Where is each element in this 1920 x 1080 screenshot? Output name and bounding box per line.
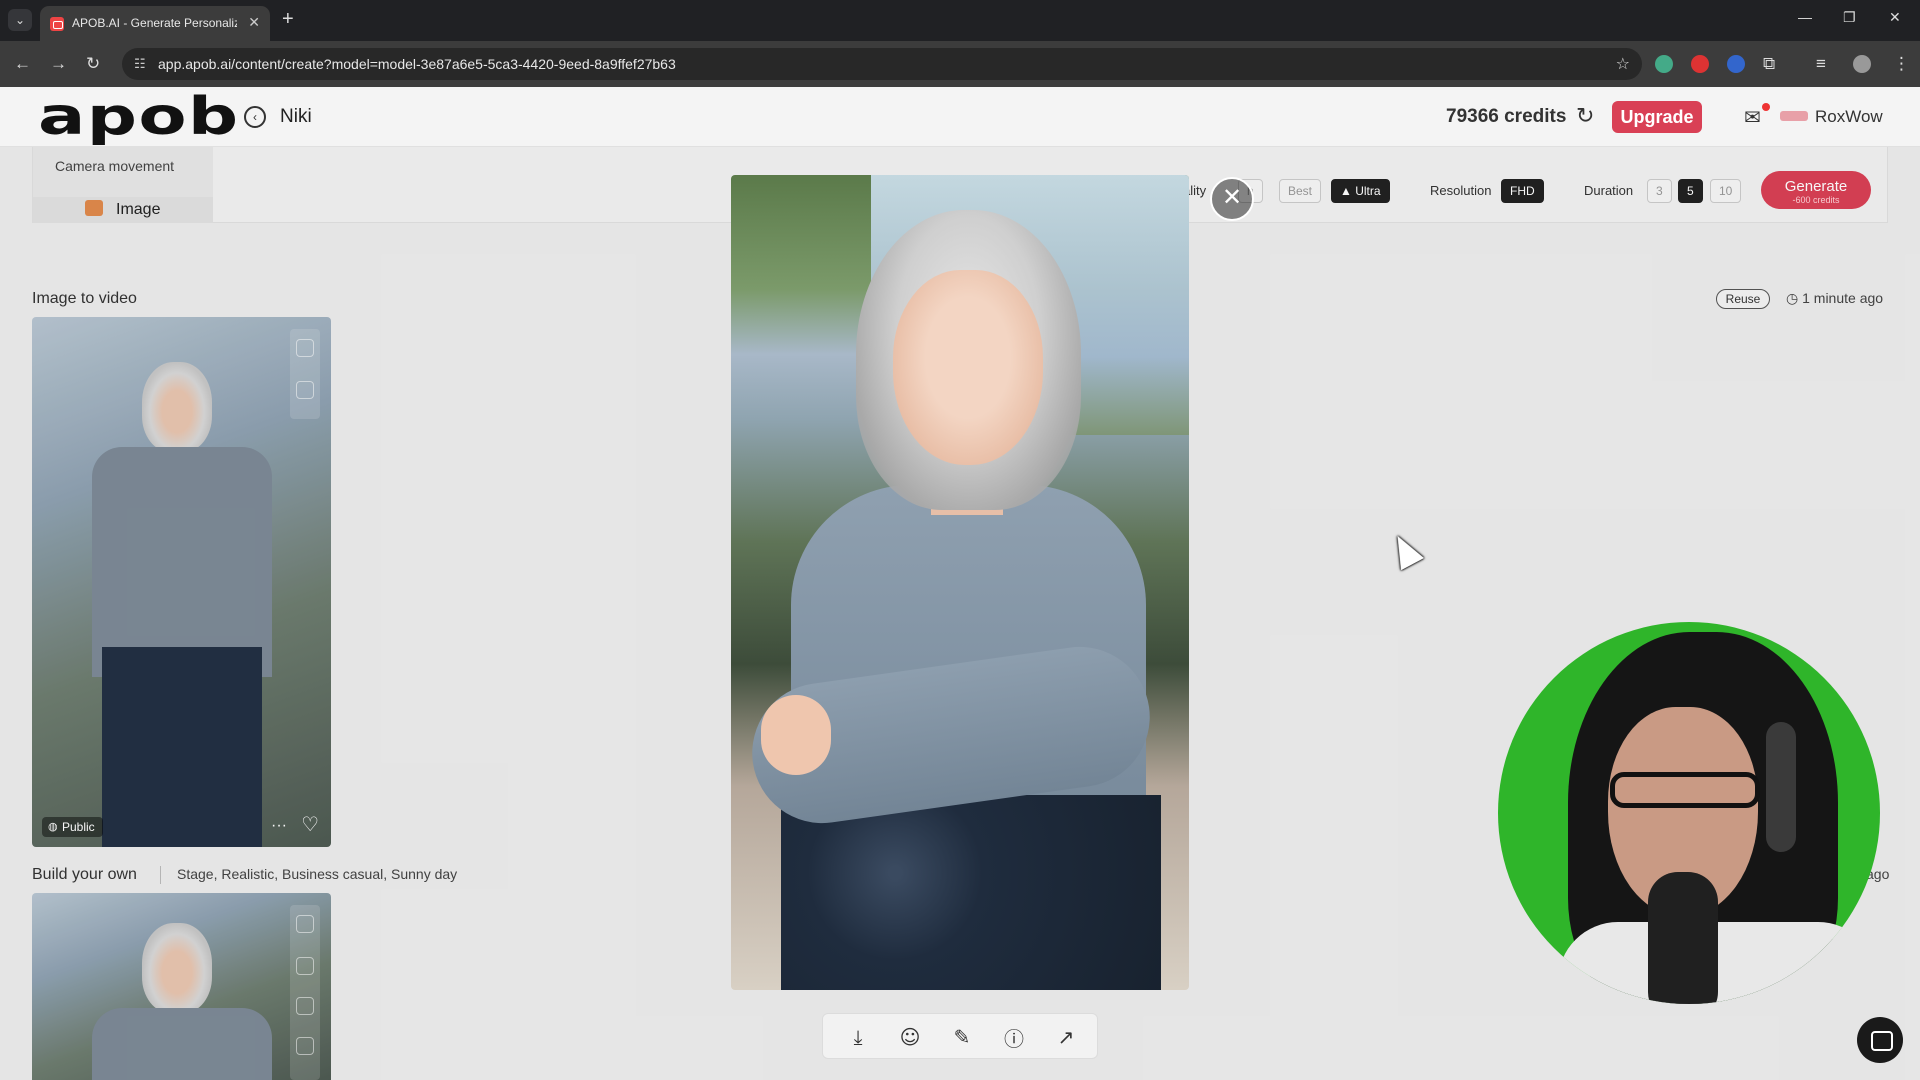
apob-logo[interactable]: apob [38,91,240,143]
restore-icon[interactable]: ❐ [1843,9,1856,26]
browser-menu-icon[interactable]: ⋮ [1893,54,1910,74]
profile-avatar-icon[interactable] [1853,55,1871,73]
reload-icon[interactable]: ↻ [86,54,100,74]
upgrade-button[interactable]: Upgrade [1612,101,1702,133]
model-name[interactable]: Niki [280,106,312,128]
tab-close-icon[interactable]: ✕ [248,14,260,31]
new-tab-plus-icon[interactable]: + [282,8,294,31]
app-header: apob ‹ Niki 79366 credits ↻ Upgrade ✉ Ro… [0,87,1920,147]
extension-icon[interactable] [1655,55,1673,73]
site-settings-icon[interactable]: ☷ [134,56,146,72]
share-icon[interactable]: ↗ [1051,1022,1081,1052]
browser-tab-active[interactable]: APOB.AI - Generate Personalize ✕ [40,6,270,41]
webcam-headset [1766,722,1796,852]
webcam-overlay [1498,622,1880,1004]
minimize-icon[interactable]: — [1798,9,1812,25]
url-text: app.apob.ai/content/create?model=model-3… [158,56,676,72]
preview-skirt [781,795,1161,990]
extension-blue-icon[interactable] [1727,55,1745,73]
credits-count: 79366 credits [1446,106,1567,127]
preview-face [893,270,1043,465]
close-preview-icon[interactable]: ✕ [1210,177,1254,221]
info-icon[interactable]: ⓘ [999,1022,1029,1052]
preview-image [731,175,1189,990]
window-close-icon[interactable]: ✕ [1889,9,1901,26]
preview-hand [761,695,831,775]
browser-toolbar: ← → ↻ ☷ app.apob.ai/content/create?model… [0,41,1920,87]
webcam-shirt [1558,922,1878,1004]
webcam-glasses [1610,772,1760,808]
extensions-puzzle-icon[interactable]: ⧉ [1763,54,1775,74]
apob-favicon-icon [50,17,64,31]
address-bar[interactable]: ☷ app.apob.ai/content/create?model=model… [122,48,1642,80]
notification-dot [1762,103,1770,111]
tab-list-button[interactable]: ⌄ [8,9,32,31]
back-circle-icon[interactable]: ‹ [244,106,266,128]
adblock-icon[interactable] [1691,55,1709,73]
magic-wand-icon[interactable]: ✎ [947,1022,977,1052]
back-arrow-icon[interactable]: ← [14,54,31,74]
user-avatar[interactable] [1780,111,1808,121]
media-control-icon[interactable]: ≡ [1816,54,1826,74]
tab-title: APOB.AI - Generate Personalize [72,16,237,30]
browser-tab-bar: ⌄ APOB.AI - Generate Personalize ✕ + — ❐… [0,0,1920,41]
mail-icon[interactable]: ✉ [1744,105,1761,130]
forward-arrow-icon[interactable]: → [50,54,67,74]
download-icon[interactable]: ⤓ [843,1022,873,1052]
chat-support-button[interactable] [1857,1017,1903,1063]
username[interactable]: RoxWow [1815,107,1883,127]
refresh-credits-icon[interactable]: ↻ [1576,103,1594,129]
face-swap-icon[interactable]: ☺ [895,1022,925,1052]
webcam-microphone [1648,872,1718,1004]
bookmark-star-icon[interactable]: ☆ [1616,54,1630,74]
preview-toolbar: ⤓ ☺ ✎ ⓘ ↗ [822,1013,1098,1059]
